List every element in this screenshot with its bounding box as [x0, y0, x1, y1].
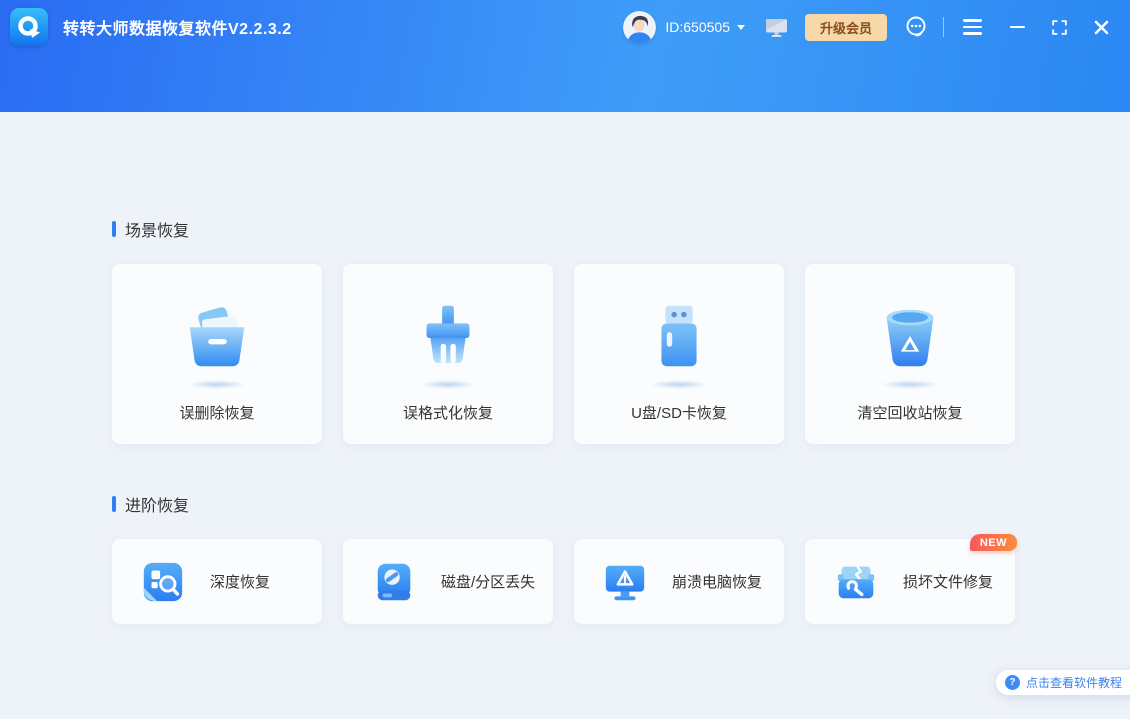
titlebar-separator: [943, 17, 944, 37]
minimize-button[interactable]: [1006, 16, 1028, 38]
help-tutorial-button[interactable]: ? 点击查看软件教程: [995, 670, 1130, 695]
section-title: 场景恢复: [125, 223, 190, 240]
card-label: 误格式化恢复: [402, 405, 493, 422]
scenario-card-row: 误删除恢复 误格式化恢复 U盘/SD卡恢复 清空回收站恢复: [112, 264, 1130, 444]
icon-shadow: [650, 380, 708, 389]
folder-icon: [176, 296, 258, 378]
help-tutorial-label: 点击查看软件教程: [1025, 676, 1122, 690]
section-title: 进阶恢复: [125, 498, 190, 515]
chevron-down-icon[interactable]: [736, 24, 745, 30]
card-disk-partition-loss[interactable]: 磁盘/分区丢失: [343, 539, 553, 624]
card-label: 误删除恢复: [179, 405, 255, 422]
question-circle-icon: ?: [1004, 675, 1020, 690]
card-label: 损坏文件修复: [903, 574, 994, 591]
close-button[interactable]: [1090, 16, 1112, 38]
hamburger-menu-icon[interactable]: [959, 15, 986, 39]
card-recycle-bin-recovery[interactable]: 清空回收站恢复: [805, 264, 1015, 444]
usb-drive-icon: [638, 296, 720, 378]
maximize-button[interactable]: [1048, 16, 1070, 38]
card-format-recovery[interactable]: 误格式化恢复: [343, 264, 553, 444]
new-badge: NEW: [969, 534, 1017, 551]
card-label: 清空回收站恢复: [857, 405, 963, 422]
advanced-card-row: 深度恢复 磁盘/分区丢失 崩溃电脑恢复 NEW 损坏文件修复: [112, 534, 1130, 624]
card-label: 崩溃电脑恢复: [672, 574, 763, 591]
recycle-bin-icon: [869, 296, 951, 378]
icon-shadow: [419, 380, 477, 389]
section-heading-scenario: 场景恢复: [112, 218, 1130, 240]
card-usb-sd-recovery[interactable]: U盘/SD卡恢复: [574, 264, 784, 444]
user-id-label: ID:650505: [665, 19, 730, 35]
icon-shadow: [188, 380, 246, 389]
card-deleted-file-recovery[interactable]: 误删除恢复: [112, 264, 322, 444]
main-content: 场景恢复 误删除恢复 误格式化恢复 U盘/SD卡恢复 清空回收站恢复 进阶恢复 …: [0, 218, 1130, 624]
heading-accent-bar: [112, 496, 116, 512]
device-monitor-icon[interactable]: [765, 17, 788, 37]
section-heading-advanced: 进阶恢复: [112, 493, 1130, 515]
card-file-repair[interactable]: NEW 损坏文件修复: [805, 534, 1017, 624]
deep-scan-icon: [140, 559, 186, 605]
card-label: U盘/SD卡恢复: [631, 405, 727, 422]
icon-shadow: [881, 380, 939, 389]
app-title: 转转大师数据恢复软件V2.2.3.2: [63, 21, 292, 38]
card-deep-recovery[interactable]: 深度恢复: [112, 539, 322, 624]
customer-service-icon[interactable]: [904, 15, 928, 39]
heading-accent-bar: [112, 221, 116, 237]
app-logo-icon: [10, 8, 48, 46]
file-repair-icon: [833, 559, 879, 605]
format-brush-icon: [407, 296, 489, 378]
disk-partition-icon: [371, 559, 417, 605]
card-label: 磁盘/分区丢失: [441, 574, 536, 591]
app-header: 转转大师数据恢复软件V2.2.3.2 ID:650505 升级会员: [0, 0, 1130, 112]
card-crashed-pc-recovery[interactable]: 崩溃电脑恢复: [574, 539, 784, 624]
titlebar: 转转大师数据恢复软件V2.2.3.2 ID:650505 升级会员: [0, 0, 1130, 54]
crashed-pc-icon: [602, 559, 648, 605]
user-avatar[interactable]: [623, 10, 657, 44]
upgrade-member-button[interactable]: 升级会员: [804, 13, 887, 41]
card-label: 深度恢复: [210, 574, 271, 591]
